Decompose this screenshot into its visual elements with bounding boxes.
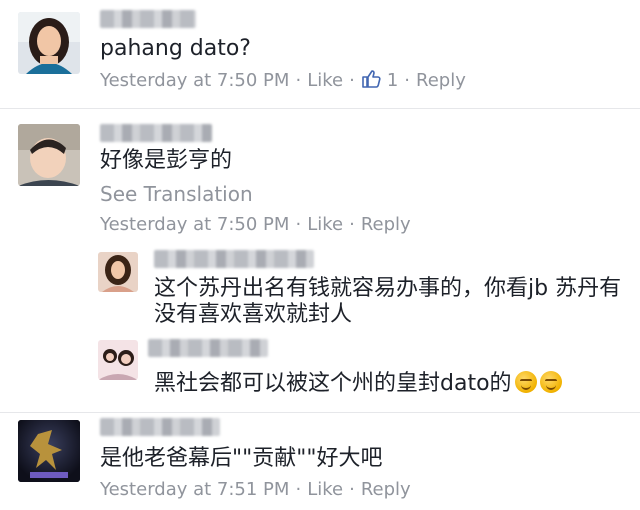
reply-text: 黑社会都可以被这个州的皇封dato的	[154, 369, 562, 399]
reply-text-line-2: 没有喜欢喜欢就封人	[154, 302, 353, 327]
timestamp[interactable]: Yesterday at 7:51 PM	[100, 479, 289, 500]
comment-text: 好像是彭亨的	[100, 148, 233, 173]
divider	[0, 412, 640, 413]
timestamp[interactable]: Yesterday at 7:50 PM	[100, 70, 289, 91]
comment-meta: Yesterday at 7:50 PM · Like · Reply	[100, 214, 411, 235]
avatar[interactable]	[98, 252, 138, 292]
comment-text: pahang dato?	[100, 36, 251, 61]
author-name-redacted[interactable]	[100, 10, 196, 28]
timestamp[interactable]: Yesterday at 7:50 PM	[100, 214, 289, 235]
reply-button[interactable]: Reply	[361, 214, 411, 235]
comment-text: 是他老爸幕后""贡献""好大吧	[100, 446, 383, 471]
author-name-redacted[interactable]	[148, 339, 268, 357]
author-name-redacted[interactable]	[100, 124, 212, 142]
thumbs-up-icon	[362, 70, 381, 88]
divider	[0, 108, 640, 109]
smirk-emoji-icon	[514, 371, 537, 393]
avatar[interactable]	[18, 124, 80, 186]
like-button[interactable]: Like	[307, 479, 343, 500]
like-button[interactable]: Like	[307, 70, 343, 91]
see-translation-link[interactable]: See Translation	[100, 182, 253, 206]
smirk-emoji-icon	[539, 371, 562, 393]
author-name-redacted[interactable]	[154, 250, 314, 268]
comment-meta: Yesterday at 7:51 PM · Like · Reply	[100, 479, 411, 500]
avatar[interactable]	[18, 420, 80, 482]
avatar[interactable]	[98, 340, 138, 380]
reply-button[interactable]: Reply	[361, 479, 411, 500]
comment-meta: Yesterday at 7:50 PM · Like · 1 · Reply	[100, 69, 466, 91]
author-name-redacted[interactable]	[100, 418, 220, 436]
like-count[interactable]: 1	[361, 69, 398, 91]
avatar[interactable]	[18, 12, 80, 74]
reply-button[interactable]: Reply	[416, 70, 466, 91]
like-button[interactable]: Like	[307, 214, 343, 235]
